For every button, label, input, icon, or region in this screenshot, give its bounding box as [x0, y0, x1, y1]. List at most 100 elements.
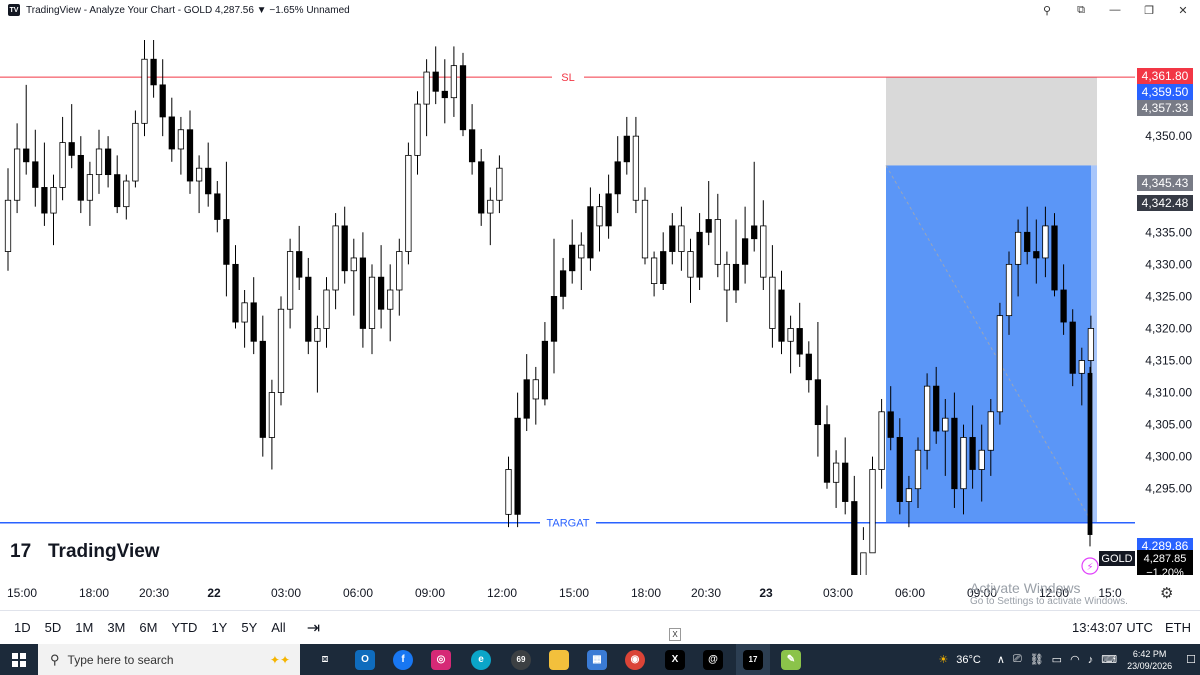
zoom-icon[interactable]: ⚲ [1030, 0, 1064, 20]
range-5y[interactable]: 5Y [234, 620, 264, 635]
tray-app-icon[interactable]: ⎚ [1013, 653, 1022, 666]
threads-icon[interactable]: @ [700, 644, 726, 675]
target-label[interactable]: TARGAT [547, 518, 590, 530]
edge-icon[interactable]: e [468, 644, 494, 675]
price-tick: 4,325.00 [1145, 289, 1192, 303]
price-tick: 4,300.00 [1145, 450, 1192, 464]
range-5d[interactable]: 5D [38, 620, 69, 635]
time-tick: 20:30 [138, 586, 170, 600]
candle [396, 238, 403, 316]
candle [696, 213, 703, 290]
price-tick: 4,335.00 [1145, 225, 1192, 239]
candle [68, 104, 75, 169]
symbol-tag: GOLD [1101, 553, 1132, 565]
range-6m[interactable]: 6M [132, 620, 164, 635]
chrome-profile-icon[interactable]: 69 [506, 644, 536, 675]
price-chart[interactable]: SL TARGAT 4,355.004,350.004,340.004,335.… [0, 20, 1200, 575]
outlook-icon[interactable]: O [352, 644, 378, 675]
task-view-icon[interactable]: ⧈ [312, 644, 338, 675]
store-icon[interactable]: ▦ [584, 644, 610, 675]
candle [714, 193, 721, 278]
candle [705, 181, 712, 246]
system-tray: ☀ 36°C ∧ ⎚ ⛓ ▭ ◠ ♪ ⌨ 6:42 PM 23/09/2026 … [934, 644, 1200, 675]
goto-date-icon[interactable]: ⇥ [307, 618, 320, 638]
price-label-text: 4,361.80 [1142, 69, 1189, 83]
taskbar-search[interactable]: ⚲ Type here to search ✦✦ [38, 644, 300, 675]
windows-start-icon[interactable] [4, 644, 34, 675]
sl-label[interactable]: SL [561, 72, 574, 84]
language-icon[interactable]: ⌨ [1101, 653, 1117, 666]
price-label-text: 4,357.33 [1142, 101, 1189, 115]
range-1y[interactable]: 1Y [204, 620, 234, 635]
candle [305, 257, 312, 355]
utc-clock[interactable]: 13:43:07 UTC [1072, 620, 1153, 635]
range-ytd[interactable]: YTD [164, 620, 204, 635]
candle [878, 398, 885, 489]
candle [205, 142, 212, 207]
price-label-text: 4,359.50 [1142, 85, 1189, 99]
price-label: 4,359.50 [1137, 84, 1193, 100]
candle [496, 155, 503, 214]
candle [159, 59, 166, 137]
candle [851, 475, 858, 575]
tray-chevron-icon[interactable]: ∧ [997, 653, 1005, 666]
gear-icon[interactable]: ⚙ [1160, 584, 1173, 602]
maximize-icon[interactable]: ❐ [1132, 0, 1166, 20]
range-3m[interactable]: 3M [100, 620, 132, 635]
tradingview-icon[interactable]: 17 [736, 644, 770, 675]
chrome-icon[interactable]: ◉ [622, 644, 648, 675]
file-explorer-icon[interactable] [546, 644, 572, 675]
facebook-icon[interactable]: f [390, 644, 416, 675]
time-tick: 20:30 [690, 586, 722, 600]
collapse-panel-button[interactable]: X [669, 628, 681, 641]
candle [614, 136, 621, 214]
candle [823, 405, 831, 489]
x-icon[interactable]: X [662, 644, 688, 675]
session-toggle[interactable]: ETH [1165, 620, 1191, 635]
candle [141, 40, 148, 137]
search-icon: ⚲ [50, 651, 60, 667]
wifi-icon[interactable]: ◠ [1070, 653, 1080, 666]
time-tick: 06:00 [894, 586, 926, 600]
close-icon[interactable]: ✕ [1166, 0, 1200, 20]
range-all[interactable]: All [264, 620, 292, 635]
paint-icon[interactable]: ✎ [778, 644, 804, 675]
time-tick: 15:00 [558, 586, 590, 600]
candle [387, 264, 394, 342]
window-title: TradingView - Analyze Your Chart - GOLD … [26, 4, 350, 16]
candle [669, 213, 676, 265]
battery-icon[interactable]: ▭ [1052, 653, 1062, 666]
candle [687, 238, 694, 303]
network-off-icon[interactable]: ⛓ [1030, 653, 1044, 666]
window-titlebar: TV TradingView - Analyze Your Chart - GO… [0, 0, 1200, 20]
svg-text:17: 17 [10, 541, 31, 562]
candle [150, 40, 157, 98]
range-1m[interactable]: 1M [68, 620, 100, 635]
candle [13, 123, 21, 214]
weather-icon[interactable]: ☀ [938, 653, 948, 666]
system-clock[interactable]: 6:42 PM 23/09/2026 [1127, 648, 1172, 672]
time-axis[interactable]: 15:00 18:00 20:30 22 03:00 06:00 09:00 12:00 15:… [0, 580, 1135, 606]
candle [487, 187, 494, 246]
candle [787, 315, 794, 374]
candle [832, 450, 840, 508]
price-axis[interactable]: 4,355.004,350.004,340.004,335.004,330.00… [1145, 97, 1192, 496]
price-tick: 4,305.00 [1145, 418, 1192, 432]
volume-icon[interactable]: ♪ [1088, 654, 1094, 666]
notifications-icon[interactable]: ☐ [1186, 653, 1196, 666]
range-1d[interactable]: 1D [7, 620, 38, 635]
candle [559, 257, 567, 310]
instagram-icon[interactable]: ◎ [428, 644, 454, 675]
minimize-icon[interactable]: — [1098, 0, 1132, 20]
candle [732, 219, 740, 303]
candle [323, 277, 330, 348]
candle [760, 200, 767, 290]
temperature[interactable]: 36°C [956, 654, 981, 666]
price-label: 4,345.43 [1137, 175, 1193, 191]
extension-icon[interactable]: ⧉ [1064, 0, 1098, 20]
candle [523, 354, 530, 432]
price-label: 4,361.80 [1137, 68, 1193, 84]
candle [632, 116, 640, 214]
search-placeholder: Type here to search [67, 652, 174, 667]
candle [250, 277, 257, 355]
